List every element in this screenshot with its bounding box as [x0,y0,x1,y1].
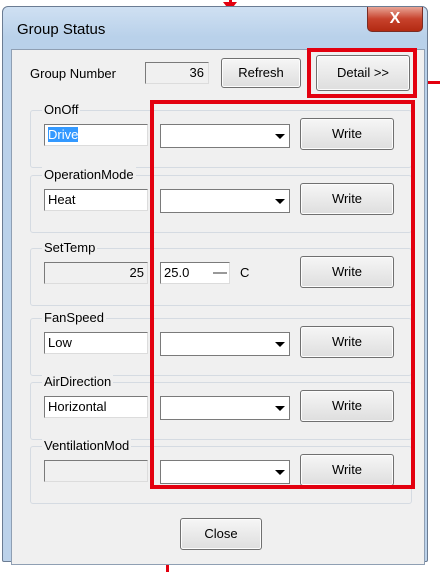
current-value-field[interactable]: Heat [44,189,148,211]
group-legend: OperationMode [42,167,136,182]
current-value-text: Heat [48,192,76,207]
current-value-field[interactable]: Drive [44,124,148,146]
close-button[interactable]: Close [180,518,262,550]
current-value-field[interactable] [44,460,148,482]
group-number-value: 36 [189,65,204,80]
detail-highlight-box [307,48,417,98]
group-legend: VentilationMod [42,438,132,453]
controls-highlight-box [150,100,415,489]
window-title: Group Status [17,21,106,38]
current-value-text: Drive [48,127,79,142]
current-value-field[interactable]: Low [44,332,148,354]
current-value-field[interactable]: Horizontal [44,396,148,418]
group-legend: SetTemp [42,240,98,255]
group-legend: FanSpeed [42,310,106,325]
current-value-text: Horizontal [48,399,107,414]
group-number-field[interactable]: 36 [145,62,209,84]
current-value-field[interactable]: 25 [44,262,148,284]
refresh-button[interactable]: Refresh [221,58,301,88]
group-legend: OnOff [42,102,81,117]
group-legend: AirDirection [42,374,114,389]
current-value-text: Low [48,335,72,350]
group-number-label: Group Number [30,66,116,81]
current-value-text: 25 [129,265,144,280]
close-icon[interactable]: X [367,7,423,32]
